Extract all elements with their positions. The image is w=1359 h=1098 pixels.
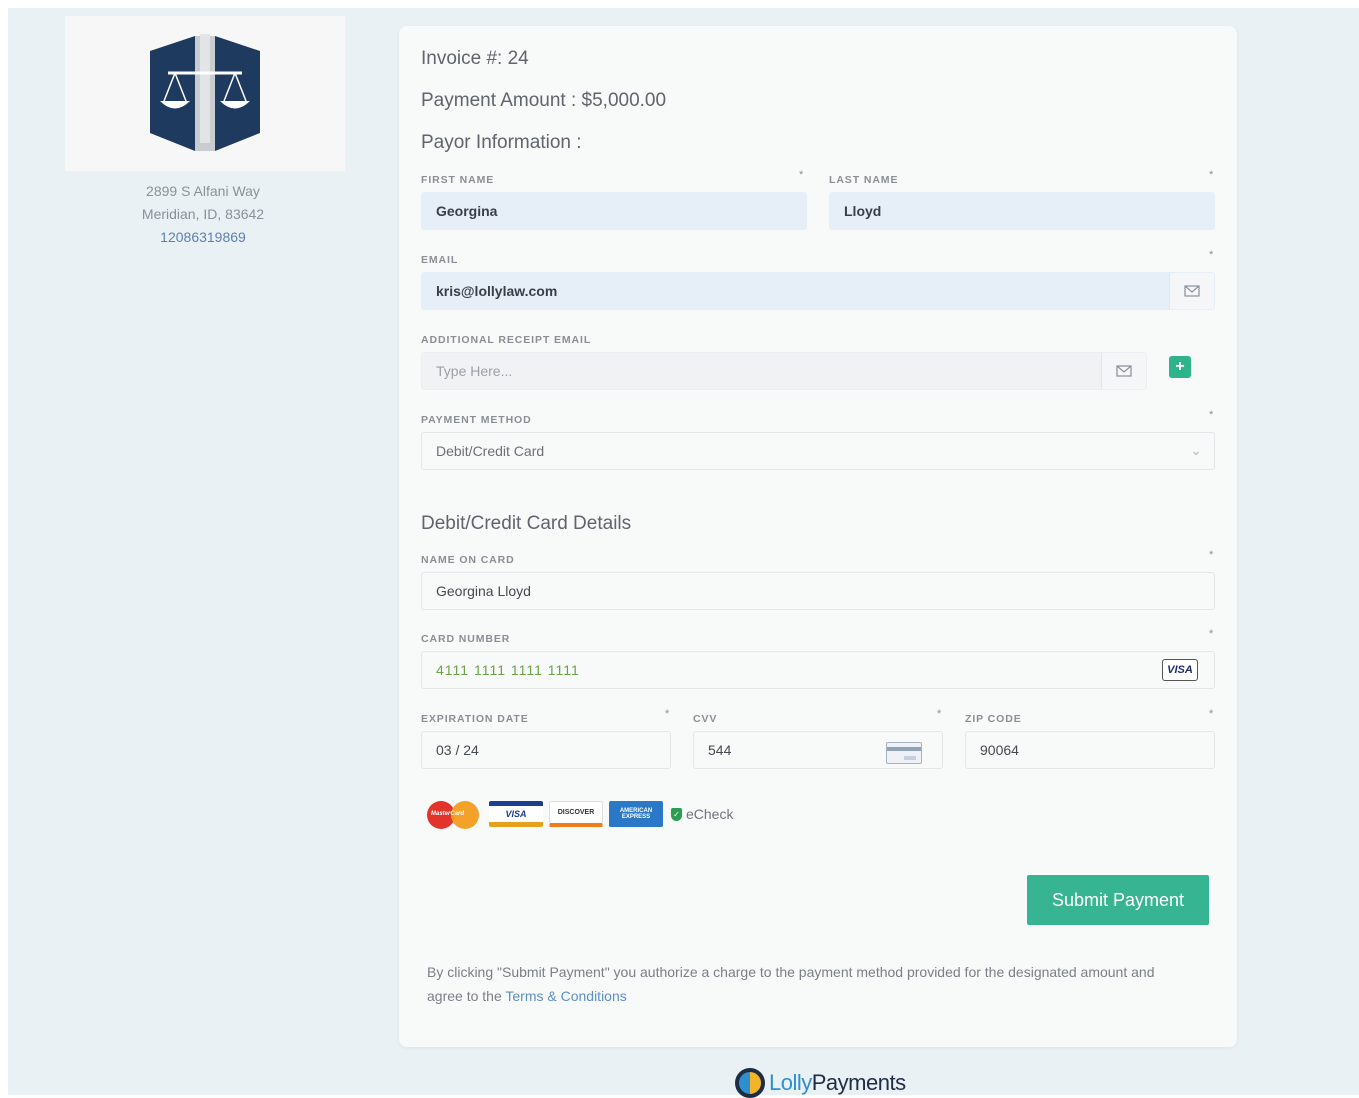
expiration-date-input[interactable]: 03 / 24 — [421, 731, 671, 769]
submit-payment-button[interactable]: Submit Payment — [1027, 875, 1209, 925]
required-marker: * — [1209, 628, 1214, 640]
amex-icon: AMERICAN EXPRESS — [609, 801, 663, 827]
firm-logo — [65, 16, 345, 171]
chevron-down-icon: ⌄ — [1190, 442, 1202, 458]
firm-phone-link[interactable]: 12086319869 — [65, 226, 341, 249]
expiration-value: 03 / 24 — [436, 742, 479, 758]
card-details-heading: Debit/Credit Card Details — [421, 513, 632, 534]
card-number-label: Card Number — [421, 633, 511, 645]
zip-label: Zip Code — [965, 713, 1022, 725]
visa-icon: VISA — [489, 801, 543, 827]
payment-method-select[interactable]: Debit/Credit Card ⌄ — [421, 432, 1215, 470]
required-marker: * — [937, 708, 942, 720]
first-name-input[interactable]: Georgina — [421, 192, 807, 230]
echeck-badge: ✓ eCheck — [671, 806, 733, 822]
last-name-input[interactable]: Lloyd — [829, 192, 1215, 230]
name-on-card-label: Name on Card — [421, 554, 515, 566]
card-number-input[interactable]: 4111 1111 1111 1111 VISA — [421, 651, 1215, 689]
name-on-card-value: Georgina Lloyd — [436, 583, 531, 599]
payment-method-label: Payment Method — [421, 414, 532, 426]
name-on-card-input[interactable]: Georgina Lloyd — [421, 572, 1215, 610]
last-name-value: Lloyd — [844, 203, 882, 219]
firm-address: 2899 S Alfani Way Meridian, ID, 83642 12… — [65, 180, 341, 249]
payment-amount: Payment Amount : $5,000.00 — [421, 90, 667, 111]
required-marker: * — [1209, 549, 1214, 561]
zip-value: 90064 — [980, 742, 1019, 758]
required-marker: * — [1209, 409, 1214, 421]
additional-email-label: Additional Receipt Email — [421, 334, 592, 346]
terms-conditions-link[interactable]: Terms & Conditions — [505, 988, 626, 1004]
required-marker: * — [1209, 708, 1214, 720]
envelope-icon — [1116, 365, 1132, 377]
additional-email-placeholder: Type Here... — [436, 363, 513, 379]
email-input[interactable]: kris@lollylaw.com — [421, 272, 1215, 310]
address-line-2: Meridian, ID, 83642 — [141, 206, 265, 222]
email-label: Email — [421, 254, 459, 266]
shield-check-icon: ✓ — [671, 807, 682, 821]
first-name-value: Georgina — [436, 203, 498, 219]
invoice-number: Invoice #: 24 — [421, 48, 529, 69]
scales-of-justice-icon — [150, 34, 260, 151]
mastercard-icon: MasterCard — [427, 801, 483, 829]
payment-form-card: Invoice #: 24 Payment Amount : $5,000.00… — [399, 26, 1237, 1047]
email-value: kris@lollylaw.com — [436, 283, 558, 299]
last-name-label: Last Name — [829, 174, 899, 186]
plus-icon: + — [1175, 358, 1185, 375]
lollypayments-logo: LollyPayments — [735, 1068, 906, 1098]
discover-icon: DISCOVER — [549, 801, 603, 827]
lollypayments-wordmark: LollyPayments — [769, 1070, 906, 1095]
accepted-payment-logos: MasterCard VISA DISCOVER AMERICAN EXPRES… — [427, 801, 733, 829]
required-marker: * — [799, 169, 804, 181]
envelope-addon — [1169, 273, 1214, 309]
first-name-label: First Name — [421, 174, 495, 186]
required-marker: * — [665, 708, 670, 720]
required-marker: * — [1209, 249, 1214, 261]
payment-method-value: Debit/Credit Card — [436, 443, 545, 459]
address-line-1: 2899 S Alfani Way — [146, 183, 260, 199]
cvv-label: CVV — [693, 713, 718, 725]
authorization-disclaimer: By clicking "Submit Payment" you authori… — [427, 960, 1187, 1008]
additional-email-input[interactable]: Type Here... — [421, 352, 1147, 390]
visa-card-icon: VISA — [1162, 659, 1198, 681]
echeck-label: eCheck — [686, 806, 734, 822]
lollypayments-icon — [735, 1068, 765, 1098]
cvv-value: 544 — [708, 742, 732, 758]
card-number-value: 4111 1111 1111 1111 — [436, 662, 580, 678]
zip-code-input[interactable]: 90064 — [965, 731, 1215, 769]
envelope-icon — [1184, 285, 1200, 297]
cvv-input[interactable]: 544 — [693, 731, 943, 769]
required-marker: * — [1209, 169, 1214, 181]
payor-info-heading: Payor Information : — [421, 132, 582, 153]
envelope-addon — [1101, 353, 1146, 389]
expiration-label: Expiration Date — [421, 713, 529, 725]
cvv-card-icon — [886, 742, 922, 764]
add-receipt-email-button[interactable]: + — [1169, 356, 1191, 378]
